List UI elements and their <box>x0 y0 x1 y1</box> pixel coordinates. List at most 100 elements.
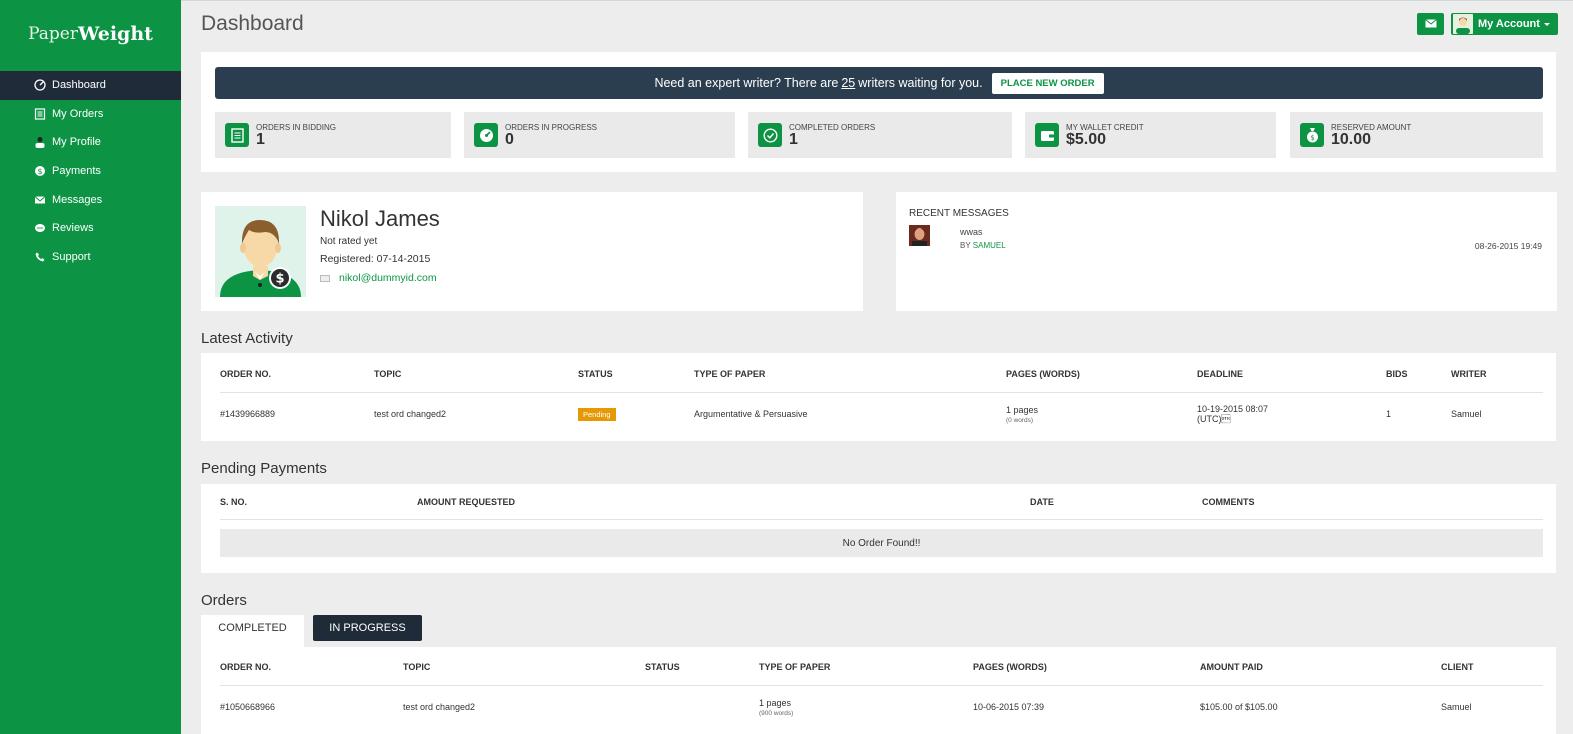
sidebar-item-label: My Profile <box>52 136 101 149</box>
profile-rating: Not rated yet <box>320 236 378 247</box>
stat-completed-orders[interactable]: COMPLETED ORDERS 1 <box>748 112 1012 158</box>
sidebar-item-label: Messages <box>52 193 103 206</box>
orders-title: Orders <box>201 592 247 609</box>
message-text[interactable]: wwas <box>960 227 983 237</box>
order-topic: test ord changed2 <box>374 409 447 420</box>
col-pages: PAGES (WORDS) <box>1006 356 1197 393</box>
profile-email-link[interactable]: nikol@dummyid.com <box>320 272 437 284</box>
sidebar-item-label: Reviews <box>52 222 94 235</box>
svg-text:$: $ <box>1310 134 1314 142</box>
summary-card: Need an expert writer? There are 25 writ… <box>201 52 1556 172</box>
page-title: Dashboard <box>201 12 304 35</box>
document-icon <box>225 123 249 147</box>
status-badge: Pending <box>578 407 616 421</box>
table-row[interactable]: #1050668966 test ord changed2 1 pages (90… <box>220 685 1543 729</box>
my-account-dropdown[interactable]: My Account <box>1451 13 1558 35</box>
sidebar-item-my-profile[interactable]: My Profile <box>0 128 181 157</box>
svg-text:$: $ <box>275 272 284 287</box>
col-order-no: ORDER NO. <box>220 649 403 686</box>
table-header-row: ORDER NO. TOPIC STATUS TYPE OF PAPER PAG… <box>220 649 1543 686</box>
order-number[interactable]: #1439966889 <box>220 392 374 436</box>
message-sender-name[interactable]: SAMUEL <box>973 241 1006 250</box>
col-type-of-paper: TYPE OF PAPER <box>694 356 1006 393</box>
col-topic: TOPIC <box>374 356 578 393</box>
empty-state: No Order Found!! <box>220 529 1543 557</box>
sidebar-item-my-orders[interactable]: My Orders <box>0 100 181 129</box>
money-bag-icon: $ <box>1300 123 1324 147</box>
top-divider <box>181 0 1573 1</box>
words-count: (0 words) <box>1006 416 1034 424</box>
gauge-icon <box>474 123 498 147</box>
client-name: Samuel <box>1441 702 1472 713</box>
bids-count: 1 <box>1386 409 1392 420</box>
profile-email: nikol@dummyid.com <box>339 272 437 284</box>
col-deadline: DEADLINE <box>1197 356 1386 393</box>
table-header-row: ORDER NO. TOPIC STATUS TYPE OF PAPER PAG… <box>220 356 1543 393</box>
banner-text-after: writers waiting for you. <box>858 76 983 90</box>
recent-messages-card: RECENT MESSAGES wwas BY SAMUEL 08-26-201… <box>896 192 1557 311</box>
tab-in-progress[interactable]: IN PROGRESS <box>313 615 422 641</box>
logo-text-part2: Weight <box>77 22 153 45</box>
sidebar-item-messages[interactable]: Messages <box>0 185 181 214</box>
sidebar-item-payments[interactable]: $ Payments <box>0 157 181 186</box>
stat-label: ORDERS IN PROGRESS <box>505 123 598 132</box>
order-status <box>645 685 759 729</box>
sidebar-item-label: Dashboard <box>52 79 106 92</box>
pending-payments-table: S. NO. AMOUNT REQUESTED DATE COMMENTS <box>220 486 1543 520</box>
payments-icon: $ <box>34 165 46 177</box>
place-new-order-button[interactable]: PLACE NEW ORDER <box>991 72 1104 94</box>
sidebar-item-support[interactable]: Support <box>0 243 181 272</box>
table-header-row: S. NO. AMOUNT REQUESTED DATE COMMENTS <box>220 486 1543 520</box>
writers-banner: Need an expert writer? There are 25 writ… <box>215 67 1543 99</box>
profile-icon <box>34 136 46 149</box>
user-avatar-icon <box>1453 14 1473 34</box>
pages-cell: 1 pages (900 words) <box>759 685 973 729</box>
pending-payments-card: S. NO. AMOUNT REQUESTED DATE COMMENTS No… <box>201 484 1556 573</box>
logo-text-part1: Paper <box>28 23 78 44</box>
stat-reserved-amount[interactable]: $ RESERVED AMOUNT 10.00 <box>1290 112 1543 158</box>
col-comments: COMMENTS <box>1202 486 1543 520</box>
tab-completed[interactable]: COMPLETED <box>201 615 304 647</box>
orders-table: ORDER NO. TOPIC STATUS TYPE OF PAPER PAG… <box>220 649 1543 729</box>
col-client: CLIENT <box>1441 649 1543 686</box>
stat-value: 1 <box>789 131 798 148</box>
recent-messages-title: RECENT MESSAGES <box>909 208 1009 219</box>
table-row[interactable]: #1439966889 test ord changed2 Pending Ar… <box>220 392 1543 436</box>
paper-type: Argumentative & Persuasive <box>694 409 808 420</box>
stat-value: $5.00 <box>1066 131 1107 148</box>
stat-wallet-credit[interactable]: MY WALLET CREDIT $5.00 <box>1025 112 1276 158</box>
pages-count: 1 pages <box>759 697 792 708</box>
writer-name: Samuel <box>1451 409 1482 420</box>
col-topic: TOPIC <box>403 649 645 686</box>
envelope-icon <box>320 274 330 282</box>
messages-icon <box>34 194 46 206</box>
main-content: Dashboard My Account Need an expert writ… <box>181 0 1573 734</box>
profile-registered: Registered: 07-14-2015 <box>320 253 431 265</box>
chevron-down-icon <box>1543 22 1550 26</box>
order-number[interactable]: #1050668966 <box>220 685 403 729</box>
stat-orders-in-bidding[interactable]: ORDERS IN BIDDING 1 <box>215 112 451 158</box>
sidebar-item-label: Support <box>52 250 91 263</box>
order-status-cell: Pending <box>578 392 694 436</box>
pages-cell: 1 pages (0 words) <box>1006 392 1197 436</box>
stat-value: 0 <box>505 131 514 148</box>
sidebar-item-reviews[interactable]: Reviews <box>0 214 181 243</box>
banner-text-before: Need an expert writer? There are <box>654 76 839 90</box>
stat-label: COMPLETED ORDERS <box>789 123 876 132</box>
wallet-icon <box>1035 123 1059 147</box>
reviews-icon <box>34 222 46 234</box>
writers-count: 25 <box>841 76 856 90</box>
col-bids: BIDS <box>1386 356 1451 393</box>
my-account-label: My Account <box>1478 18 1540 30</box>
mail-button[interactable] <box>1417 13 1444 35</box>
col-date: DATE <box>1030 486 1202 520</box>
profile-card: $ Nikol James Not rated yet Registered: … <box>201 192 863 311</box>
deadline-cell: 10-19-2015 08:07 (UTC) <box>1197 392 1386 436</box>
sidebar-item-dashboard[interactable]: Dashboard <box>0 71 181 100</box>
message-by-prefix: BY <box>960 241 971 250</box>
stat-orders-in-progress[interactable]: ORDERS IN PROGRESS 0 <box>464 112 735 158</box>
col-status: STATUS <box>578 356 694 393</box>
message-sender: BY SAMUEL <box>960 241 1006 250</box>
order-topic: test ord changed2 <box>403 702 476 713</box>
logo[interactable]: Paper Weight <box>0 0 181 71</box>
